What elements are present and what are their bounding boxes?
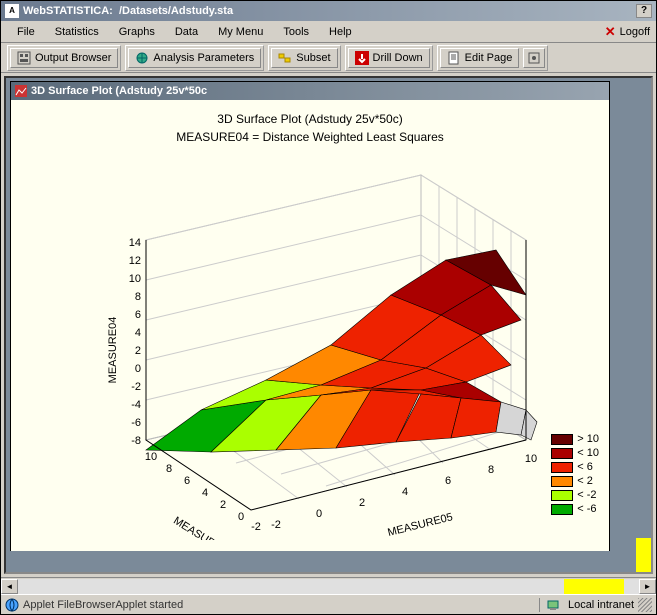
- menu-file[interactable]: File: [7, 24, 45, 40]
- svg-text:8: 8: [166, 463, 172, 475]
- horizontal-scrollbar[interactable]: ◄ ►: [1, 577, 656, 594]
- edit-page-icon: [447, 51, 461, 65]
- svg-text:-8: -8: [131, 435, 141, 447]
- logoff-label: Logoff: [620, 26, 650, 38]
- app-titlebar: A WebSTATISTICA: /Datasets/Adstudy.sta ?: [1, 1, 656, 21]
- chart-canvas[interactable]: 3D Surface Plot (Adstudy 25v*50c) MEASUR…: [11, 100, 609, 551]
- z-axis-label: MEASURE04: [107, 317, 119, 384]
- app-icon: A: [5, 4, 19, 18]
- statusbar: Applet FileBrowserApplet started Local i…: [1, 594, 656, 614]
- svg-text:-2: -2: [271, 519, 281, 531]
- svg-text:10: 10: [129, 273, 141, 285]
- chart-window-titlebar[interactable]: 3D Surface Plot (Adstudy 25v*50c: [11, 82, 609, 100]
- menu-tools[interactable]: Tools: [273, 24, 319, 40]
- intranet-icon: [546, 598, 560, 612]
- chart-child-window: 3D Surface Plot (Adstudy 25v*50c 3D Surf…: [10, 81, 610, 551]
- svg-text:8: 8: [135, 291, 141, 303]
- svg-text:10: 10: [525, 453, 537, 465]
- svg-text:2: 2: [359, 497, 365, 509]
- plot-region: 14 12 10 8 6 4 2 0 -2 -4 -6 -8: [51, 150, 581, 540]
- legend-item: < 2: [551, 474, 599, 488]
- svg-text:14: 14: [129, 237, 141, 249]
- svg-text:4: 4: [402, 486, 408, 498]
- resize-grip[interactable]: [638, 598, 652, 612]
- logoff-x-icon: ✕: [605, 24, 616, 40]
- scroll-left-button[interactable]: ◄: [1, 579, 18, 594]
- security-zone-label: Local intranet: [568, 599, 634, 611]
- extra-tool-button[interactable]: [523, 48, 545, 68]
- mdi-area: 3D Surface Plot (Adstudy 25v*50c 3D Surf…: [4, 76, 653, 574]
- legend-item: > 10: [551, 432, 599, 446]
- svg-text:10: 10: [145, 451, 157, 463]
- yellow-hscroll-segment: [564, 579, 624, 594]
- legend-item: < -6: [551, 502, 599, 516]
- security-zone: Local intranet: [539, 598, 634, 612]
- legend-swatch: [551, 490, 573, 501]
- edit-page-button[interactable]: Edit Page: [440, 48, 520, 68]
- help-button[interactable]: ?: [636, 4, 652, 18]
- scroll-track[interactable]: [18, 579, 639, 594]
- svg-text:6: 6: [445, 475, 451, 487]
- chart-window-icon: [15, 85, 27, 97]
- legend-item: < 6: [551, 460, 599, 474]
- svg-text:6: 6: [135, 309, 141, 321]
- surface-svg: 14 12 10 8 6 4 2 0 -2 -4 -6 -8: [51, 150, 581, 540]
- x-axis-label: MEASURE05: [386, 511, 454, 539]
- menu-mymenu[interactable]: My Menu: [208, 24, 273, 40]
- drill-down-icon: [355, 51, 369, 65]
- analysis-parameters-button[interactable]: Analysis Parameters: [128, 48, 261, 68]
- subset-button[interactable]: Subset: [271, 48, 337, 68]
- legend-swatch: [551, 504, 573, 515]
- svg-text:-6: -6: [131, 417, 141, 429]
- svg-text:-2: -2: [131, 381, 141, 393]
- legend-swatch: [551, 462, 573, 473]
- extra-tool-icon: [527, 51, 541, 65]
- output-browser-button[interactable]: Output Browser: [10, 48, 118, 68]
- y-axis-label: MEASURE06: [171, 515, 234, 540]
- legend-item: < 10: [551, 446, 599, 460]
- toolbar: Output Browser Analysis Parameters Subse…: [1, 43, 656, 73]
- legend-item: < -2: [551, 488, 599, 502]
- scroll-right-button[interactable]: ►: [639, 579, 656, 594]
- logoff-button[interactable]: ✕ Logoff: [605, 24, 650, 40]
- status-text: Applet FileBrowserApplet started: [23, 599, 535, 611]
- svg-text:2: 2: [220, 499, 226, 511]
- legend-swatch: [551, 448, 573, 459]
- svg-text:0: 0: [135, 363, 141, 375]
- svg-text:2: 2: [135, 345, 141, 357]
- svg-text:-2: -2: [251, 521, 261, 533]
- menu-statistics[interactable]: Statistics: [45, 24, 109, 40]
- svg-text:0: 0: [316, 508, 322, 520]
- app-title: WebSTATISTICA: /Datasets/Adstudy.sta: [23, 5, 636, 17]
- chart-title: 3D Surface Plot (Adstudy 25v*50c): [11, 112, 609, 126]
- svg-text:4: 4: [135, 327, 141, 339]
- svg-text:6: 6: [184, 475, 190, 487]
- chart-window-title: 3D Surface Plot (Adstudy 25v*50c: [31, 85, 207, 97]
- legend-swatch: [551, 434, 573, 445]
- svg-text:-4: -4: [131, 399, 141, 411]
- svg-text:12: 12: [129, 255, 141, 267]
- menubar: File Statistics Graphs Data My Menu Tool…: [1, 21, 656, 43]
- legend-swatch: [551, 476, 573, 487]
- drill-down-button[interactable]: Drill Down: [348, 48, 430, 68]
- svg-text:0: 0: [238, 511, 244, 523]
- svg-text:8: 8: [488, 464, 494, 476]
- chart-legend: > 10 < 10 < 6 < 2 < -2 < -6: [551, 432, 599, 516]
- svg-text:4: 4: [202, 487, 208, 499]
- output-browser-icon: [17, 51, 31, 65]
- menu-help[interactable]: Help: [319, 24, 362, 40]
- chart-subtitle: MEASURE04 = Distance Weighted Least Squa…: [11, 130, 609, 144]
- applet-icon: [5, 598, 19, 612]
- menu-data[interactable]: Data: [165, 24, 208, 40]
- menu-graphs[interactable]: Graphs: [109, 24, 165, 40]
- yellow-vscroll-segment: [636, 538, 651, 574]
- analysis-parameters-icon: [135, 51, 149, 65]
- subset-icon: [278, 51, 292, 65]
